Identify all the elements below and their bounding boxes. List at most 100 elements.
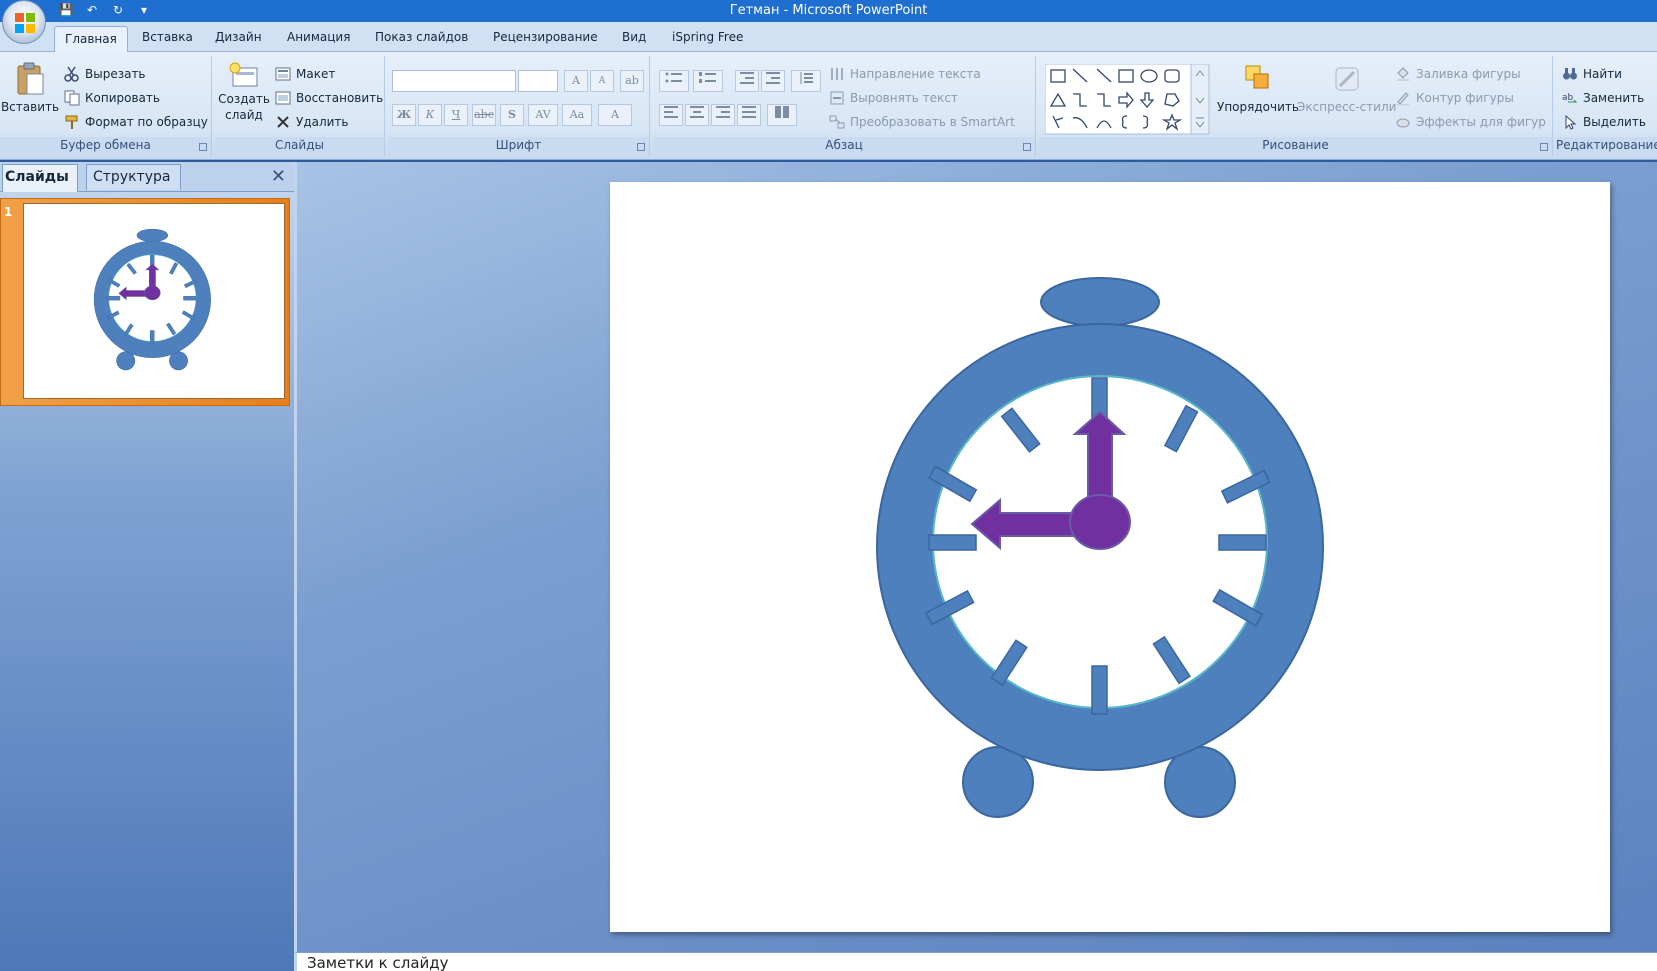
qat-more-icon[interactable]: ▾ xyxy=(136,2,152,18)
paste-label: Вставить xyxy=(0,100,60,114)
paste-icon xyxy=(17,62,44,95)
smartart-icon xyxy=(829,115,845,129)
bullets-button[interactable] xyxy=(659,70,689,92)
align-text-icon xyxy=(830,91,844,105)
format-painter-label: Формат по образцу xyxy=(85,115,208,129)
align-right-button[interactable] xyxy=(711,104,735,126)
tab-slides-pane[interactable]: Слайды xyxy=(2,164,78,192)
tab-ispring[interactable]: iSpring Free xyxy=(672,30,743,44)
layout-button[interactable]: Макет xyxy=(275,66,335,82)
shape-fill-button[interactable]: Заливка фигуры xyxy=(1395,66,1521,82)
shadow-button[interactable]: S xyxy=(500,104,524,126)
cut-button[interactable]: Вырезать xyxy=(64,66,146,82)
delete-icon xyxy=(277,116,289,128)
tab-design[interactable]: Дизайн xyxy=(215,30,262,44)
new-slide-label-2: слайд xyxy=(225,108,263,122)
redo-icon[interactable]: ↻ xyxy=(110,2,126,18)
group-drawing: Упорядочить Экспресс-стили Заливка фигур… xyxy=(1039,56,1553,156)
cursor-icon xyxy=(1565,114,1577,130)
change-case-button[interactable]: Aa xyxy=(562,104,592,126)
find-button[interactable]: Найти xyxy=(1562,66,1622,82)
office-button[interactable] xyxy=(2,0,46,44)
window-title: Гетман - Microsoft PowerPoint xyxy=(729,3,928,18)
notes-pane[interactable]: Заметки к слайду xyxy=(294,952,1657,971)
quick-styles-button[interactable]: Экспресс-стили xyxy=(1297,62,1396,114)
reset-icon xyxy=(275,91,291,105)
slide-thumbnail-selected[interactable]: 1 xyxy=(0,198,290,406)
justify-button[interactable] xyxy=(737,104,761,126)
font-name-combo[interactable] xyxy=(392,70,516,92)
replace-button[interactable]: ab Заменить xyxy=(1562,90,1644,106)
font-dialog-launcher[interactable] xyxy=(637,143,645,151)
smartart-button[interactable]: Преобразовать в SmartArt xyxy=(829,114,1015,130)
line-spacing-icon xyxy=(800,72,813,84)
underline-button[interactable]: Ч xyxy=(444,104,468,126)
select-button[interactable]: Выделить xyxy=(1562,114,1646,130)
tab-slideshow[interactable]: Показ слайдов xyxy=(375,30,468,44)
layout-icon xyxy=(275,67,291,81)
copy-button[interactable]: Копировать xyxy=(64,90,160,106)
scissors-icon xyxy=(64,66,79,82)
notes-placeholder: Заметки к слайду xyxy=(307,954,449,971)
delete-label: Удалить xyxy=(296,115,349,129)
clipboard-dialog-launcher[interactable] xyxy=(199,143,207,151)
new-slide-button[interactable]: Создать слайд xyxy=(218,62,270,122)
align-center-icon xyxy=(690,106,704,118)
shape-effects-button[interactable]: Эффекты для фигур xyxy=(1395,114,1546,130)
office-logo-icon xyxy=(15,13,35,33)
grow-font-button[interactable]: A xyxy=(564,70,588,92)
slide-canvas[interactable] xyxy=(610,182,1610,932)
group-label-slides: Слайды xyxy=(215,137,384,154)
bold-button[interactable]: Ж xyxy=(392,104,416,126)
text-direction-button[interactable]: Направление текста xyxy=(829,66,981,82)
arrange-button[interactable]: Упорядочить xyxy=(1217,62,1299,114)
alarm-clock-drawing[interactable] xyxy=(610,182,1610,932)
italic-button[interactable]: К xyxy=(418,104,442,126)
shape-outline-button[interactable]: Контур фигуры xyxy=(1395,90,1514,106)
font-color-button[interactable]: A xyxy=(598,104,632,126)
format-painter-button[interactable]: Формат по образцу xyxy=(64,114,208,130)
effects-icon xyxy=(1396,118,1410,128)
undo-icon[interactable]: ↶ xyxy=(84,2,100,18)
decrease-indent-button[interactable] xyxy=(735,70,759,92)
tab-insert[interactable]: Вставка xyxy=(142,30,193,44)
paragraph-dialog-launcher[interactable] xyxy=(1023,143,1031,151)
clear-format-button[interactable]: ab xyxy=(620,70,644,92)
reset-button[interactable]: Восстановить xyxy=(275,90,383,106)
slide-thumbnail[interactable] xyxy=(23,203,285,399)
tab-outline-pane[interactable]: Структура xyxy=(86,164,182,190)
align-right-icon xyxy=(716,106,730,118)
align-text-button[interactable]: Выровнять текст xyxy=(829,90,958,106)
tab-home[interactable]: Главная xyxy=(54,26,128,53)
tab-review[interactable]: Рецензирование xyxy=(493,30,598,44)
pencil-icon xyxy=(1397,92,1409,106)
tab-view[interactable]: Вид xyxy=(622,30,646,44)
align-left-button[interactable] xyxy=(659,104,683,126)
replace-icon: ab xyxy=(1562,93,1578,103)
drawing-dialog-launcher[interactable] xyxy=(1540,143,1548,151)
copy-label: Копировать xyxy=(85,91,160,105)
bullets-icon xyxy=(665,72,682,83)
increase-indent-button[interactable] xyxy=(761,70,785,92)
shapes-gallery[interactable] xyxy=(1045,64,1215,136)
line-spacing-button[interactable] xyxy=(791,70,821,92)
strikethrough-button[interactable]: abc xyxy=(472,104,496,126)
arrange-label: Упорядочить xyxy=(1217,100,1299,114)
char-spacing-button[interactable]: AV xyxy=(528,104,558,126)
align-center-button[interactable] xyxy=(685,104,709,126)
save-icon[interactable]: 💾 xyxy=(58,2,74,18)
close-pane-icon[interactable]: ✕ xyxy=(271,166,286,187)
columns-button[interactable] xyxy=(767,104,797,126)
shrink-font-button[interactable]: A xyxy=(590,70,614,92)
shape-effects-label: Эффекты для фигур xyxy=(1416,115,1546,129)
group-label-editing: Редактирование xyxy=(1556,137,1657,154)
shape-outline-label: Контур фигуры xyxy=(1416,91,1514,105)
paint-bucket-icon xyxy=(1397,67,1409,81)
paste-button[interactable]: Вставить xyxy=(0,62,60,114)
delete-slide-button[interactable]: Удалить xyxy=(275,114,349,130)
increase-indent-icon xyxy=(766,72,780,84)
tab-animation[interactable]: Анимация xyxy=(287,30,350,44)
numbering-button[interactable] xyxy=(693,70,723,92)
font-size-combo[interactable] xyxy=(518,70,558,92)
title-bar: Гетман - Microsoft PowerPoint xyxy=(0,0,1657,22)
